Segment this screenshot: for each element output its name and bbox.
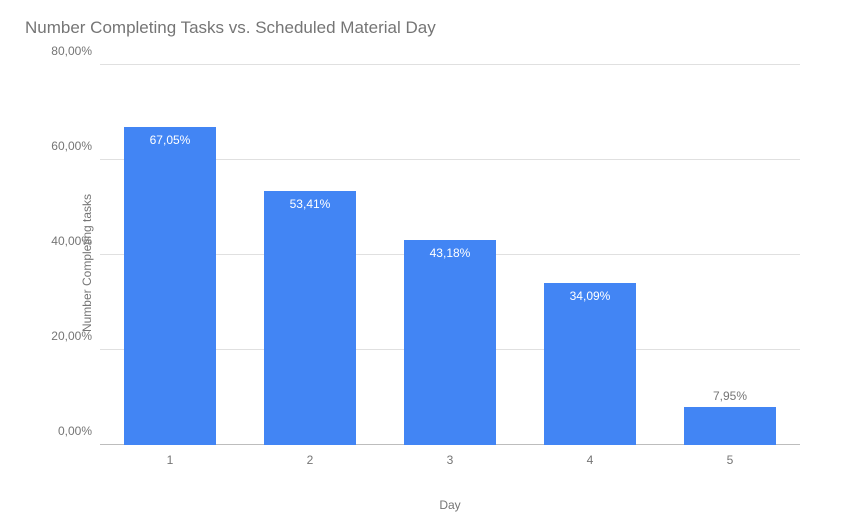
bar-value-label: 7,95%	[713, 389, 747, 403]
x-axis-label: Day	[439, 498, 460, 512]
bar-slot: 34,09% 4	[520, 65, 660, 445]
y-tick-label: 40,00%	[51, 234, 92, 248]
bar-slot: 53,41% 2	[240, 65, 380, 445]
x-tick-label: 1	[167, 453, 174, 467]
bar-slot: 67,05% 1	[100, 65, 240, 445]
y-axis-label: Number Completing tasks	[80, 194, 94, 332]
bar-value-label: 53,41%	[290, 197, 331, 211]
y-tick-label: 80,00%	[51, 44, 92, 58]
bar-day-2: 53,41%	[264, 191, 356, 445]
y-tick-label: 0,00%	[58, 424, 92, 438]
bar-value-label: 43,18%	[430, 246, 471, 260]
x-tick-label: 3	[447, 453, 454, 467]
y-tick-label: 20,00%	[51, 329, 92, 343]
chart-title: Number Completing Tasks vs. Scheduled Ma…	[25, 18, 436, 38]
bar-slot: 43,18% 3	[380, 65, 520, 445]
bars-group: 67,05% 1 53,41% 2 43,18% 3 34,09%	[100, 65, 800, 445]
x-tick-label: 5	[727, 453, 734, 467]
bar-day-4: 34,09%	[544, 283, 636, 445]
plot-area: 0,00% 20,00% 40,00% 60,00% 80,00% 67,05%…	[100, 65, 800, 445]
bar-chart: Number Completing Tasks vs. Scheduled Ma…	[0, 0, 850, 526]
x-tick-label: 2	[307, 453, 314, 467]
bar-day-5: 7,95%	[684, 407, 776, 445]
bar-day-1: 67,05%	[124, 127, 216, 445]
bar-day-3: 43,18%	[404, 240, 496, 445]
bar-value-label: 34,09%	[570, 289, 611, 303]
bar-slot: 7,95% 5	[660, 65, 800, 445]
bar-value-label: 67,05%	[150, 133, 191, 147]
x-tick-label: 4	[587, 453, 594, 467]
y-tick-label: 60,00%	[51, 139, 92, 153]
